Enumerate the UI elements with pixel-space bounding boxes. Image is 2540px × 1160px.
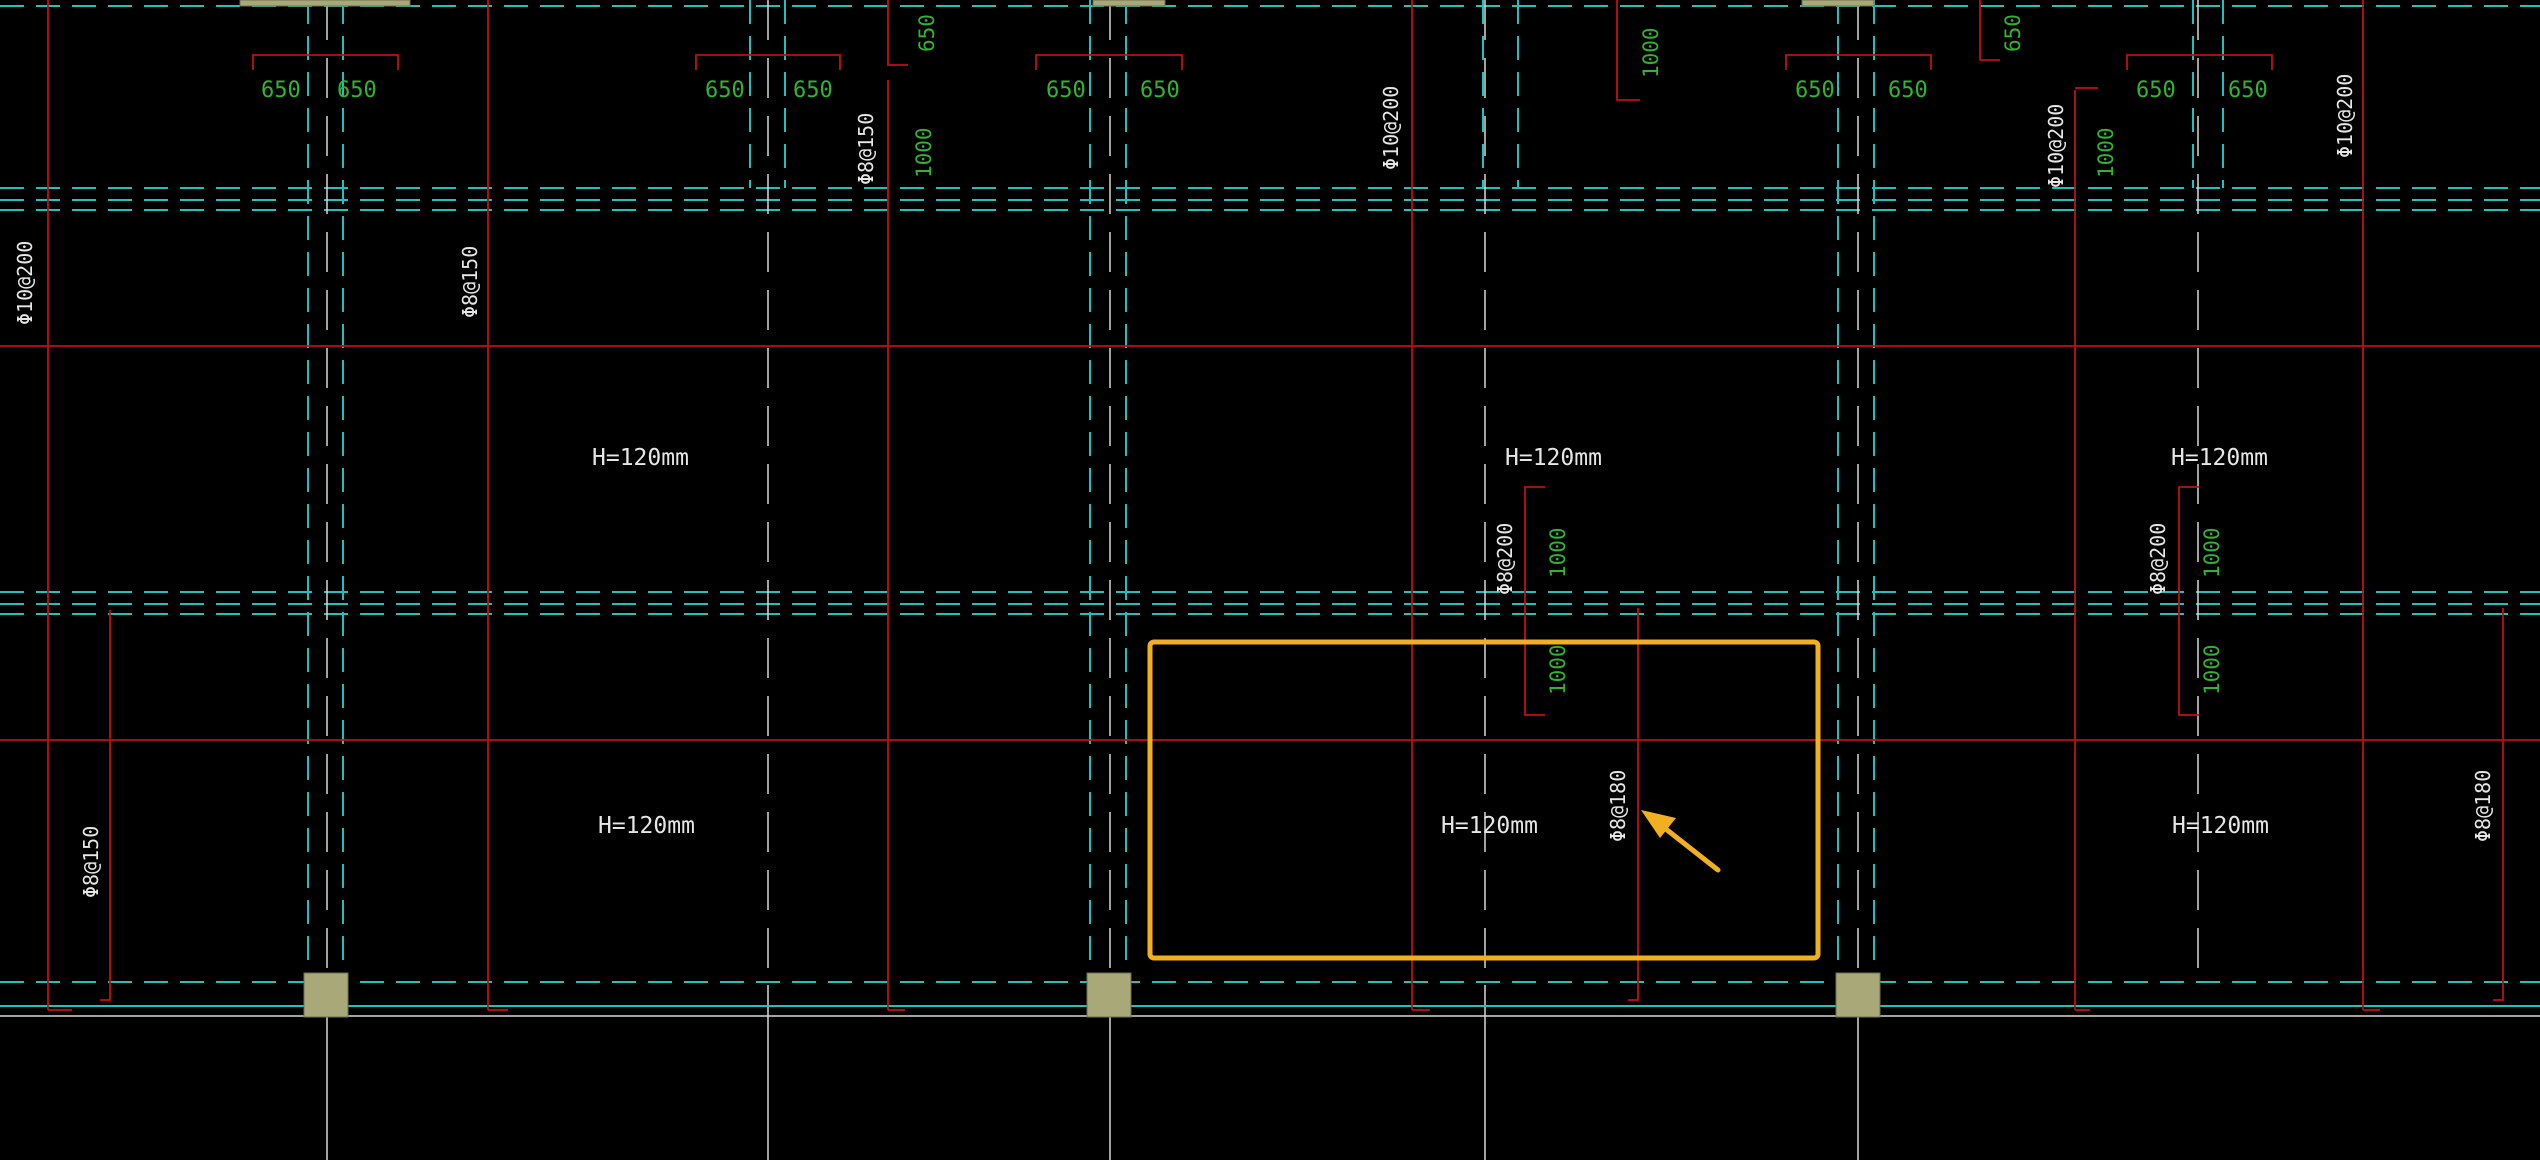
slab-label-3: H=120mm <box>2171 445 2268 471</box>
rebar-label-9: Φ8@150 <box>79 826 103 898</box>
rebar-label-2: Φ8@150 <box>458 246 482 318</box>
column-1 <box>303 972 349 1018</box>
rebar-labels: Φ10@200 Φ8@150 Φ8@150 Φ10@200 Φ10@200 Φ1… <box>13 74 2495 898</box>
rebar-label-7: Φ8@200 <box>1493 523 1517 595</box>
dim-13: 1000 <box>2094 127 2118 178</box>
slab-label-6: H=120mm <box>2172 813 2269 839</box>
dim-7: 650 <box>1046 78 1086 103</box>
beam-lines <box>0 0 2540 1007</box>
pointer-arrow-icon <box>1641 810 1721 873</box>
column-top-2 <box>1092 0 1166 7</box>
axis-lines <box>0 985 2540 1160</box>
slab-reinforcement-plan: H=120mm H=120mm H=120mm H=120mm H=120mm … <box>0 0 2540 1160</box>
rebar-label-1: Φ10@200 <box>13 241 37 325</box>
column-2 <box>1086 972 1132 1018</box>
rebar-label-4: Φ10@200 <box>1379 86 1403 170</box>
rebar-label-5: Φ10@200 <box>2044 104 2068 188</box>
dim-1: 650 <box>261 78 301 103</box>
column-top-3 <box>1801 0 1875 7</box>
dim-15: 650 <box>2228 78 2268 103</box>
dim-6: 1000 <box>912 127 936 178</box>
dim-18: 1000 <box>2200 527 2224 578</box>
highlight-box <box>1147 639 1821 961</box>
dim-12: 650 <box>2001 14 2025 52</box>
rebar-label-6: Φ10@200 <box>2333 74 2357 158</box>
dim-11: 650 <box>1888 78 1928 103</box>
dim-2: 650 <box>337 78 377 103</box>
dim-3: 650 <box>705 78 745 103</box>
dim-16: 1000 <box>1546 527 1570 578</box>
slab-label-1: H=120mm <box>592 445 689 471</box>
dim-19: 1000 <box>2200 644 2224 695</box>
rebar-label-3: Φ8@150 <box>854 113 878 185</box>
rebar-lines <box>0 0 2540 1011</box>
dim-9: 1000 <box>1639 27 1663 78</box>
rebar-label-8: Φ8@200 <box>2146 523 2170 595</box>
dim-5: 650 <box>915 14 939 52</box>
slab-label-4: H=120mm <box>598 813 695 839</box>
dim-17: 1000 <box>1546 644 1570 695</box>
columns <box>239 0 1881 1018</box>
slab-label-2: H=120mm <box>1505 445 1602 471</box>
dim-4: 650 <box>793 78 833 103</box>
column-top-1 <box>239 0 411 7</box>
dim-14: 650 <box>2136 78 2176 103</box>
cad-drawing-canvas[interactable]: H=120mm H=120mm H=120mm H=120mm H=120mm … <box>0 0 2540 1160</box>
rebar-label-10: Φ8@180 <box>1606 770 1630 842</box>
slab-label-5: H=120mm <box>1441 813 1538 839</box>
rebar-label-11: Φ8@180 <box>2471 770 2495 842</box>
dim-8: 650 <box>1140 78 1180 103</box>
dim-10: 650 <box>1795 78 1835 103</box>
column-3 <box>1835 972 1881 1018</box>
